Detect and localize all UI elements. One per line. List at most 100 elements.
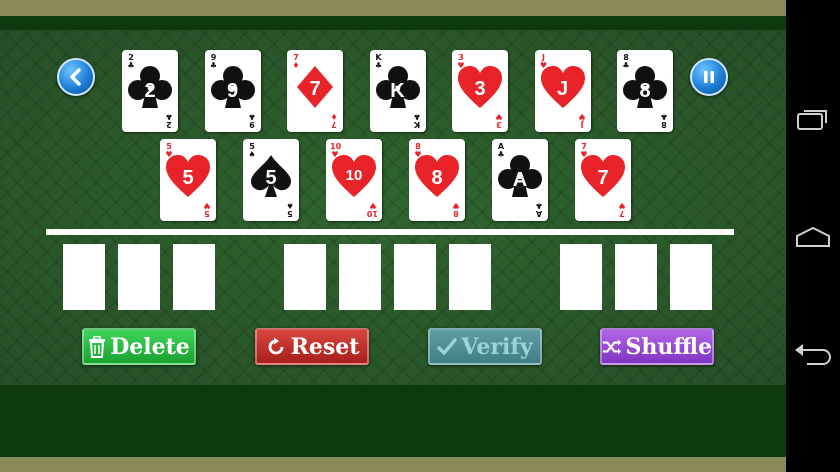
card-rank: 10 xyxy=(345,167,363,184)
answer-slot[interactable] xyxy=(63,244,105,310)
answer-slot[interactable] xyxy=(615,244,657,310)
answer-slot[interactable] xyxy=(284,244,326,310)
card-3-of-hearts[interactable]: 3 ♥ 3 3 ♥ xyxy=(452,50,508,132)
card-rank: A xyxy=(512,169,528,191)
answer-slot[interactable] xyxy=(118,244,160,310)
card-corner-rank: 8 xyxy=(453,209,459,218)
checkmark-icon xyxy=(437,337,458,355)
verify-button[interactable]: Verify xyxy=(428,328,542,365)
card-7-of-hearts[interactable]: 7 ♥ 7 7 ♥ xyxy=(575,139,631,221)
card-rank: 3 xyxy=(474,78,486,100)
hearts-pip-icon: ♥ xyxy=(577,112,586,121)
card-10-of-hearts[interactable]: 10 ♥ 10 10 ♥ xyxy=(326,139,382,221)
game-screen: 2 ♣ 2 2 ♣ 9 ♣ 9 9 ♣ 7 ♦ 7 7 ♦ K ♣ K K ♣ 3 ♥ 3 3 ♥ J ♥ J J ♥ 8 ♣ 8 8 ♣ 5 ♥ 5 5… xyxy=(0,0,786,472)
card-corner-rank: 7 xyxy=(331,120,337,129)
card-rank: 7 xyxy=(309,78,321,100)
card-corner-bottom: 8 ♥ xyxy=(451,201,461,218)
answer-slot[interactable] xyxy=(670,244,712,310)
diamonds-pip-icon: ♦ xyxy=(330,112,338,121)
delete-label: Delete xyxy=(110,333,190,360)
answer-slot[interactable] xyxy=(449,244,491,310)
card-rank: 2 xyxy=(144,80,156,102)
card-corner-bottom: 3 ♥ xyxy=(494,112,504,129)
divider-line xyxy=(46,229,734,235)
clubs-pip-icon: ♣ xyxy=(535,201,543,210)
pause-button[interactable] xyxy=(690,58,728,96)
shuffle-icon xyxy=(602,338,622,355)
android-nav-bar xyxy=(786,0,840,472)
card-j-of-hearts[interactable]: J ♥ J J ♥ xyxy=(534,50,591,132)
card-rank: J xyxy=(556,78,569,100)
card-2-of-clubs[interactable]: 2 ♣ 2 2 ♣ xyxy=(122,50,178,132)
card-5-of-hearts[interactable]: 5 ♥ 5 5 ♥ xyxy=(160,139,216,221)
shuffle-button[interactable]: Shuffle xyxy=(600,328,714,365)
reset-label: Reset xyxy=(290,333,360,360)
card-rank: 8 xyxy=(639,80,651,102)
hearts-pip-icon: ♥ xyxy=(495,112,503,121)
card-8-of-hearts[interactable]: 8 ♥ 8 8 ♥ xyxy=(409,139,465,221)
verify-label: Verify xyxy=(461,333,533,360)
card-rank: 8 xyxy=(431,167,443,189)
card-k-of-clubs[interactable]: K ♣ K K ♣ xyxy=(369,50,426,132)
card-9-of-clubs[interactable]: 9 ♣ 9 9 ♣ xyxy=(204,50,261,132)
back-nav-icon[interactable] xyxy=(793,343,833,365)
hearts-pip-icon: ♥ xyxy=(452,201,460,210)
bottom-strip xyxy=(0,385,786,457)
reset-button[interactable]: Reset xyxy=(255,328,369,365)
card-corner-rank: 10 xyxy=(366,209,378,218)
top-strip xyxy=(0,16,786,30)
answer-slot[interactable] xyxy=(173,244,215,310)
card-corner-bottom: 10 ♥ xyxy=(366,201,378,218)
card-corner-bottom: 5 ♠ xyxy=(285,201,295,218)
card-corner-bottom: 2 ♣ xyxy=(164,112,174,129)
answer-slot[interactable] xyxy=(560,244,602,310)
card-corner-rank: J xyxy=(580,120,583,129)
card-rank: 5 xyxy=(182,167,194,189)
recent-apps-icon[interactable] xyxy=(795,107,831,131)
answer-slot[interactable] xyxy=(394,244,436,310)
reset-icon xyxy=(268,337,283,354)
card-7-of-diamonds[interactable]: 7 ♦ 7 7 ♦ xyxy=(287,50,343,132)
card-corner-rank: 5 xyxy=(204,209,210,218)
card-corner-rank: 7 xyxy=(619,209,625,218)
card-corner-bottom: 7 ♥ xyxy=(617,201,627,218)
card-rank: K xyxy=(390,80,405,102)
card-rank: 5 xyxy=(265,167,277,189)
chevron-left-icon xyxy=(70,68,81,86)
home-icon[interactable] xyxy=(794,226,832,248)
spades-pip-icon: ♠ xyxy=(286,201,294,210)
clubs-pip-icon: ♣ xyxy=(165,112,173,121)
delete-button[interactable]: Delete xyxy=(82,328,196,365)
card-8-of-clubs[interactable]: 8 ♣ 8 8 ♣ xyxy=(617,50,673,132)
card-corner-rank: 5 xyxy=(287,209,293,218)
hearts-pip-icon: ♥ xyxy=(203,201,211,210)
card-corner-bottom: 8 ♣ xyxy=(659,112,669,129)
card-corner-rank: 3 xyxy=(496,120,502,129)
back-button[interactable] xyxy=(57,58,95,96)
clubs-pip-icon: ♣ xyxy=(412,112,421,121)
card-a-of-clubs[interactable]: A ♣ A A ♣ xyxy=(492,139,548,221)
answer-slot[interactable] xyxy=(339,244,381,310)
card-rank: 7 xyxy=(597,167,609,189)
clubs-pip-icon: ♣ xyxy=(660,112,668,121)
card-corner-bottom: A ♣ xyxy=(534,201,544,218)
clubs-pip-icon: ♣ xyxy=(247,112,256,121)
hearts-pip-icon: ♥ xyxy=(618,201,626,210)
card-corner-rank: A xyxy=(535,209,543,218)
trash-icon xyxy=(89,335,106,358)
card-corner-bottom: 9 ♣ xyxy=(247,112,257,129)
top-border xyxy=(0,0,786,16)
card-corner-rank: K xyxy=(413,120,420,129)
card-corner-rank: 9 xyxy=(248,120,255,129)
card-corner-bottom: 5 ♥ xyxy=(202,201,212,218)
card-corner-bottom: K ♣ xyxy=(412,112,422,129)
hearts-pip-icon: ♥ xyxy=(369,201,377,210)
card-5-of-spades[interactable]: 5 ♠ 5 5 ♠ xyxy=(243,139,299,221)
card-rank: 9 xyxy=(226,80,239,102)
card-corner-bottom: 7 ♦ xyxy=(329,112,339,129)
pause-icon xyxy=(704,71,714,83)
card-corner-rank: 8 xyxy=(661,120,667,129)
card-corner-rank: 2 xyxy=(166,120,172,129)
bottom-border xyxy=(0,457,786,472)
card-corner-bottom: J ♥ xyxy=(577,112,587,129)
